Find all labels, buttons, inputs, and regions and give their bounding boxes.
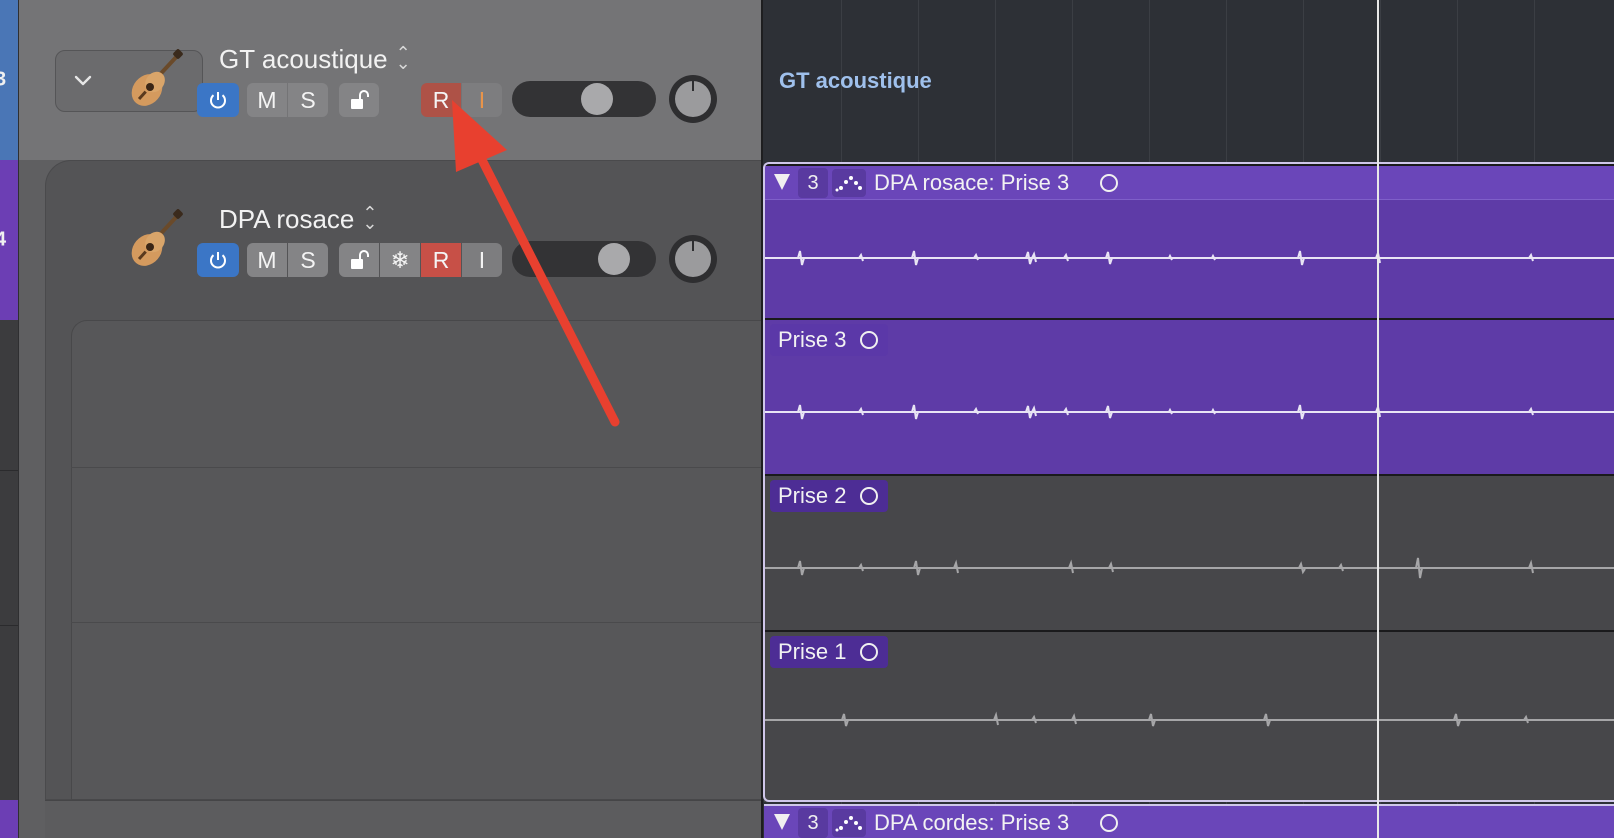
record-enable-button[interactable]: R — [421, 243, 461, 277]
track-on-button[interactable] — [197, 83, 239, 117]
volume-slider[interactable] — [512, 81, 656, 117]
pan-knob[interactable] — [669, 75, 717, 123]
take-select-circle-icon[interactable] — [860, 331, 879, 349]
unlock-icon — [351, 250, 369, 269]
take-select-circle-icon[interactable] — [860, 487, 879, 505]
volume-slider-knob[interactable] — [598, 243, 631, 275]
take-lanes-header — [71, 320, 761, 800]
mute-button[interactable]: M — [247, 243, 287, 277]
input-monitoring-button[interactable]: I — [462, 83, 502, 117]
take-label[interactable]: Prise 3 — [770, 324, 889, 356]
volume-slider[interactable] — [512, 241, 656, 277]
disclosure-triangle-icon[interactable] — [774, 174, 790, 190]
track-headers: GT acoustique ⌃ ⌄ M S R I DPA rosace ⌃ ⌄ M S… — [18, 0, 761, 838]
disclosure-triangle-icon[interactable] — [774, 814, 790, 830]
next-track-header[interactable] — [45, 800, 761, 838]
mute-button[interactable]: M — [247, 83, 287, 117]
quick-swipe-comping-icon[interactable] — [832, 809, 866, 837]
solo-button[interactable]: S — [288, 83, 328, 117]
take-label[interactable]: Prise 1 — [770, 636, 889, 668]
acoustic-guitar-icon — [131, 49, 183, 106]
waveform — [764, 711, 1614, 727]
take-lane[interactable]: Prise 1 — [764, 630, 1614, 802]
track-number-strip: 3 4 — [0, 0, 18, 838]
acoustic-guitar-icon — [131, 209, 183, 266]
take-select-circle-icon[interactable] — [1100, 174, 1118, 192]
take-select-circle-icon[interactable] — [860, 643, 879, 661]
take-count-badge[interactable]: 3 — [798, 808, 828, 838]
lane-divider — [71, 467, 761, 468]
take-lane[interactable]: Prise 3 — [764, 318, 1614, 474]
take-count-badge[interactable]: 3 — [798, 168, 828, 198]
waveform — [764, 403, 1614, 420]
track-on-button[interactable] — [197, 243, 239, 277]
snowflake-icon: ❄ — [390, 246, 410, 273]
take-select-circle-icon[interactable] — [1100, 814, 1118, 832]
lane-divider — [71, 622, 761, 623]
chevron-down-icon[interactable] — [72, 69, 94, 91]
power-icon — [210, 252, 226, 269]
waveform — [764, 557, 1614, 579]
track-name[interactable]: GT acoustique ⌃ ⌄ — [219, 44, 411, 75]
unlock-icon — [351, 90, 369, 109]
volume-slider-knob[interactable] — [580, 83, 613, 115]
take-label[interactable]: Prise 2 — [770, 480, 889, 512]
up-down-chevron-icon[interactable]: ⌃ ⌄ — [396, 44, 411, 72]
tracks-area[interactable]: GT acoustique 3 DPA rosace: Prise 3 Pris… — [761, 0, 1614, 838]
record-enable-button[interactable]: R — [421, 83, 461, 117]
take-folder-title: DPA cordes: Prise 3 — [874, 810, 1070, 835]
take-folder-title: DPA rosace: Prise 3 — [874, 170, 1070, 195]
track-number-3[interactable]: 3 — [0, 0, 18, 160]
divider — [0, 470, 18, 471]
up-down-chevron-icon[interactable]: ⌃ ⌄ — [362, 204, 377, 232]
power-icon — [210, 92, 226, 109]
playhead[interactable] — [1377, 0, 1379, 838]
input-monitoring-button[interactable]: I — [462, 243, 502, 277]
track-lock-button[interactable] — [339, 243, 379, 277]
take-folder-region[interactable]: 3 DPA rosace: Prise 3 — [764, 164, 1614, 318]
divider — [0, 625, 18, 626]
track-name[interactable]: DPA rosace ⌃ ⌄ — [219, 204, 377, 235]
take-folder-header[interactable]: 3 DPA cordes: Prise 3 — [764, 806, 1614, 838]
pan-knob[interactable] — [669, 235, 717, 283]
take-folder-region[interactable]: 3 DPA cordes: Prise 3 — [764, 804, 1614, 838]
track-number-5[interactable] — [0, 800, 18, 838]
freeze-button[interactable]: ❄ — [380, 243, 420, 277]
track-region-label: GT acoustique — [779, 68, 932, 93]
solo-button[interactable]: S — [288, 243, 328, 277]
track-lock-button[interactable] — [339, 83, 379, 117]
take-lane[interactable]: Prise 2 — [764, 474, 1614, 630]
track-number-4[interactable]: 4 — [0, 160, 18, 320]
take-folder-header[interactable]: 3 DPA rosace: Prise 3 — [764, 166, 1614, 200]
quick-swipe-comping-icon[interactable] — [832, 169, 866, 197]
waveform — [764, 249, 1614, 266]
